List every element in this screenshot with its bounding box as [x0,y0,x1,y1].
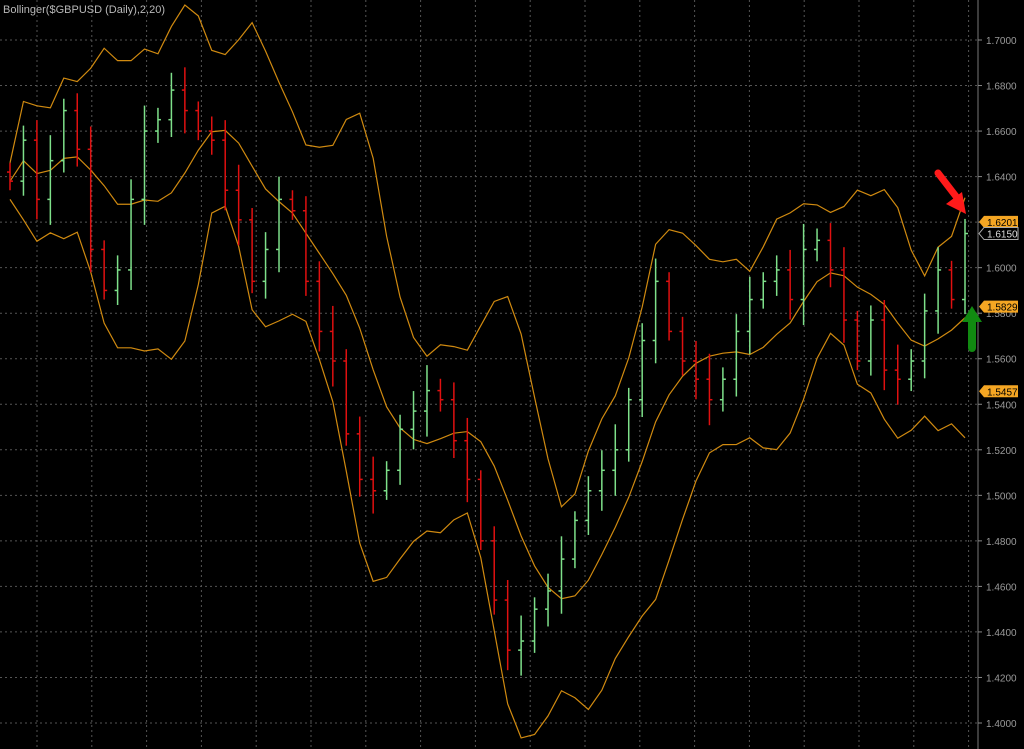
price-bar [612,424,619,496]
tag-label: 1.6150 [987,230,1018,241]
price-bar [571,511,578,569]
price-bar [195,101,202,141]
price-bar [464,417,471,503]
middle-band-price-tag: 1.5829 [979,300,1018,314]
price-bar [329,305,336,387]
price-bar [787,249,794,320]
price-bar [679,316,686,376]
price-bar [585,476,592,535]
tag-label: 1.5829 [987,303,1018,314]
price-bar [652,258,659,364]
price-bar [262,232,269,299]
price-bar [370,456,377,514]
price-bar [276,176,283,273]
price-axis: 1.70001.68001.66001.64001.62001.60001.58… [977,0,1017,749]
price-bar [840,247,847,343]
price-bar [60,98,67,173]
y-tick-label: 1.6600 [986,127,1017,138]
price-bar [87,126,94,273]
price-bar [423,365,430,437]
y-tick-label: 1.7000 [986,36,1017,47]
bollinger-bands [9,4,966,739]
y-tick-label: 1.4000 [986,719,1017,730]
y-tick-label: 1.5000 [986,491,1017,502]
price-bar [935,247,942,334]
price-bar [491,526,498,615]
price-bar [948,260,955,309]
price-bar [181,67,188,134]
price-bar [316,261,323,352]
price-bar [867,305,874,376]
price-bar [343,349,350,446]
price-bar [760,272,767,309]
price-bar [20,125,27,196]
y-tick-label: 1.5200 [986,446,1017,457]
price-bar [827,223,834,288]
price-bar [477,470,484,550]
grid [0,0,978,749]
price-bar [33,120,40,220]
price-bar [518,615,525,676]
price-bar [302,196,309,296]
price-bar [746,276,753,355]
y-tick-label: 1.4200 [986,673,1017,684]
tag-label: 1.5457 [987,387,1018,398]
price-bar [74,93,81,167]
y-tick-label: 1.6400 [986,173,1017,184]
price-bar [558,536,565,614]
price-bar [168,72,175,137]
price-bar [101,240,108,300]
price-bar [128,179,135,290]
y-tick-label: 1.5600 [986,355,1017,366]
red-arrow-icon [934,169,966,214]
bollinger-chart: 1.70001.68001.66001.64001.62001.60001.58… [0,0,1019,749]
price-bar [666,272,673,341]
upper-band-line [9,4,966,508]
price-bar [800,223,807,326]
last-close-price-tag: 1.6150 [978,227,1019,241]
price-bar [921,293,928,379]
price-bar [222,120,229,211]
price-bar [894,344,901,405]
y-tick-label: 1.5400 [986,400,1017,411]
price-bar [733,314,740,397]
price-bar [154,107,161,143]
price-bar [531,597,538,653]
price-bar [706,353,713,426]
price-bar [962,218,968,315]
y-tick-label: 1.4800 [986,537,1017,548]
lower-band-line [9,199,966,739]
price-bar [692,340,699,400]
y-tick-label: 1.6800 [986,82,1017,93]
price-bar [437,378,444,412]
price-tags: 1.62011.6150 1.5829 1.5457 [978,215,1019,398]
middle-band-line [9,129,966,600]
price-bar [47,135,54,225]
chart-title: Bollinger($GBPUSD (Daily),2,20) [3,4,165,16]
price-bar [383,461,390,500]
price-bar [450,382,457,458]
price-bar [545,573,552,627]
price-bar [356,416,363,497]
y-tick-label: 1.4600 [986,582,1017,593]
price-bar [773,255,780,296]
upper-band-price-tag: 1.6201 [979,215,1018,229]
y-tick-label: 1.6000 [986,264,1017,275]
price-bar [504,580,511,671]
price-bar [908,349,915,392]
y-tick-label: 1.4400 [986,628,1017,639]
price-bar [114,255,121,306]
price-bar [249,208,256,294]
lower-band-price-tag: 1.5457 [979,385,1018,398]
price-bar [625,387,632,462]
price-bar [598,450,605,511]
price-bar [719,367,726,412]
price-bars [7,67,968,676]
price-bar [7,162,13,191]
price-bar [814,228,821,262]
